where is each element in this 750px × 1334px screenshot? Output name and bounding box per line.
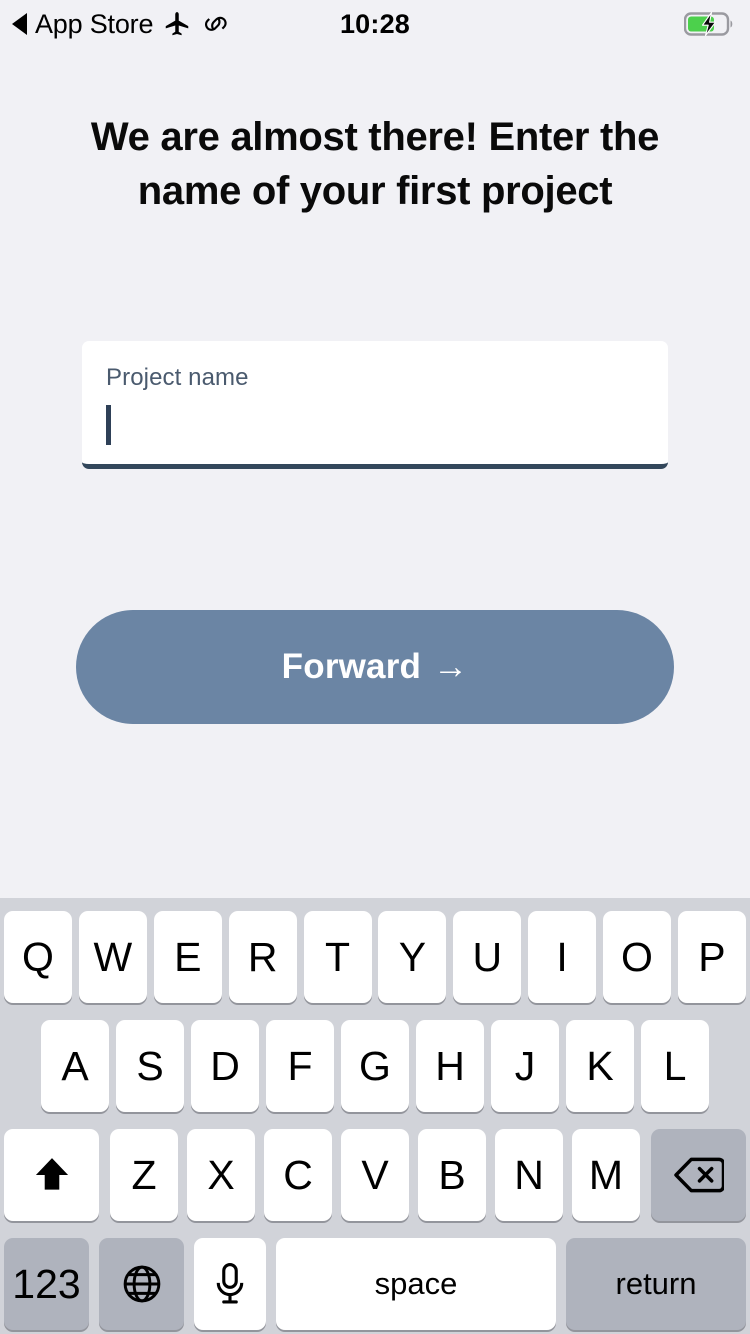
key-c[interactable]: C <box>264 1129 332 1221</box>
keyboard-row-4: 123 space return <box>0 1238 750 1334</box>
airplane-mode-icon <box>162 9 192 39</box>
key-j[interactable]: J <box>491 1020 559 1112</box>
project-name-value-row[interactable] <box>106 403 644 447</box>
globe-language-icon <box>123 1265 160 1303</box>
globe-key[interactable] <box>99 1238 184 1330</box>
key-z[interactable]: Z <box>110 1129 178 1221</box>
backspace-delete-icon <box>673 1157 724 1193</box>
keyboard-row-1: QWERTYUIOP <box>0 911 750 1007</box>
key-n[interactable]: N <box>495 1129 563 1221</box>
link-chain-icon <box>201 9 231 39</box>
key-f[interactable]: F <box>266 1020 334 1112</box>
key-b[interactable]: B <box>418 1129 486 1221</box>
key-a[interactable]: A <box>41 1020 109 1112</box>
key-t[interactable]: T <box>303 911 372 1003</box>
back-to-app-label[interactable]: App Store <box>35 10 153 38</box>
key-o[interactable]: O <box>603 911 671 1003</box>
key-i[interactable]: I <box>528 911 597 1003</box>
key-w[interactable]: W <box>78 911 147 1003</box>
key-k[interactable]: K <box>566 1020 634 1112</box>
forward-button[interactable]: Forward → <box>76 610 674 724</box>
key-s[interactable]: S <box>116 1020 184 1112</box>
key-y[interactable]: Y <box>378 911 447 1003</box>
key-p[interactable]: P <box>677 911 746 1003</box>
space-key[interactable]: space <box>276 1238 556 1330</box>
shift-arrow-up-icon <box>35 1158 68 1190</box>
status-bar: App Store 10:28 <box>0 0 750 48</box>
shift-key[interactable] <box>4 1129 99 1221</box>
key-u[interactable]: U <box>453 911 522 1003</box>
key-q[interactable]: Q <box>4 911 72 1003</box>
return-key[interactable]: return <box>566 1238 746 1330</box>
dictation-key[interactable] <box>194 1238 266 1330</box>
key-v[interactable]: V <box>341 1129 409 1221</box>
key-r[interactable]: R <box>228 911 297 1003</box>
virtual-keyboard[interactable]: QWERTYUIOP ASDFGHJKL ZXCVBNM 123 space r… <box>0 898 750 1334</box>
key-g[interactable]: G <box>341 1020 409 1112</box>
key-d[interactable]: D <box>191 1020 259 1112</box>
battery-charging-icon <box>684 10 736 38</box>
backspace-key[interactable] <box>651 1129 746 1221</box>
project-name-input[interactable]: Project name <box>82 341 668 469</box>
key-m[interactable]: M <box>572 1129 640 1221</box>
microphone-icon <box>216 1263 244 1304</box>
key-x[interactable]: X <box>187 1129 255 1221</box>
forward-button-label: Forward <box>281 647 422 686</box>
arrow-right-icon: → <box>433 647 469 686</box>
key-e[interactable]: E <box>153 911 222 1003</box>
keyboard-row-3: ZXCVBNM <box>0 1129 750 1225</box>
status-bar-left-group[interactable]: App Store <box>12 9 231 39</box>
numbers-key[interactable]: 123 <box>4 1238 89 1330</box>
keyboard-row-2: ASDFGHJKL <box>0 1020 750 1116</box>
project-name-label: Project name <box>106 364 249 391</box>
key-l[interactable]: L <box>641 1020 709 1112</box>
back-triangle-icon[interactable] <box>12 13 27 35</box>
text-caret <box>106 405 111 445</box>
page-title: We are almost there! Enter the name of y… <box>90 115 660 213</box>
key-h[interactable]: H <box>416 1020 484 1112</box>
